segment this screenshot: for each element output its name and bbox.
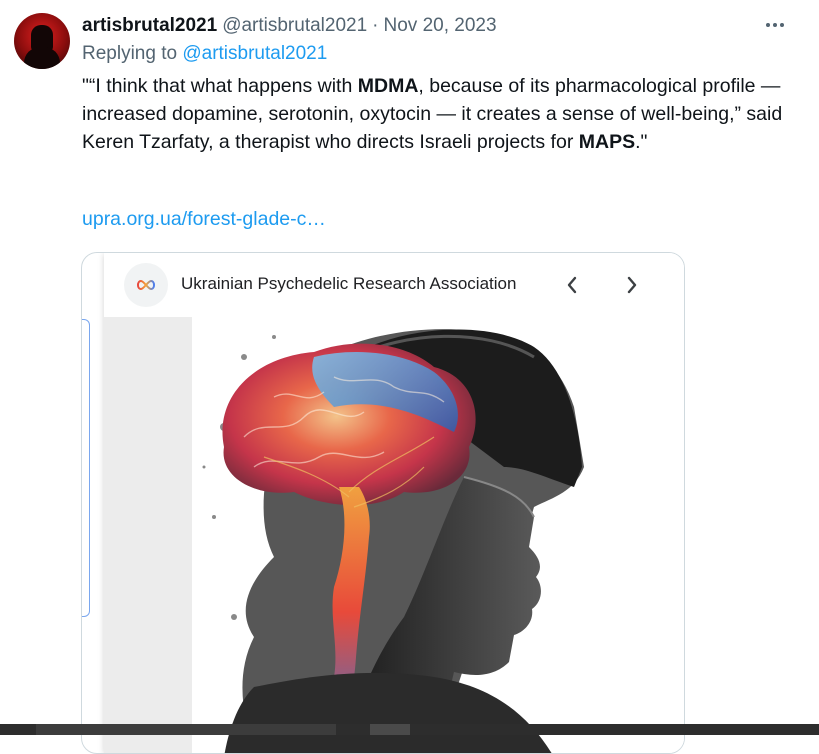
soldier-brain-illustration [202, 329, 584, 753]
chevron-right-icon[interactable] [620, 271, 644, 299]
more-options-icon[interactable] [760, 14, 790, 36]
reply-prefix: Replying to [82, 43, 178, 64]
tweet-text-part3: ." [635, 131, 648, 153]
infinity-logo-icon [124, 263, 168, 307]
tweet-text: "“I think that what happens with MDMA, b… [82, 72, 802, 156]
tweet-header: artisbrutal2021 @artisbrutal2021 · Nov 2… [82, 13, 497, 39]
taskbar-item[interactable] [370, 724, 410, 735]
author-handle[interactable]: @artisbrutal2021 [222, 15, 367, 37]
header-separator: · [372, 15, 379, 36]
card-image[interactable] [104, 317, 684, 753]
author-name[interactable]: artisbrutal2021 [82, 15, 217, 37]
reply-handle-link[interactable]: @artisbrutal2021 [182, 43, 327, 64]
avatar-figure-body [24, 47, 60, 69]
reply-context: Replying to @artisbrutal2021 [82, 43, 327, 65]
link-preview-card[interactable]: Ukrainian Psychedelic Research Associati… [81, 252, 685, 754]
author-avatar[interactable] [14, 13, 70, 69]
card-carousel[interactable]: Ukrainian Psychedelic Research Associati… [104, 253, 684, 753]
tweet-date[interactable]: Nov 20, 2023 [384, 15, 497, 37]
tweet-text-maps: MAPS [578, 131, 636, 153]
card-site-name[interactable]: Ukrainian Psychedelic Research Associati… [181, 274, 516, 294]
tweet-link[interactable]: upra.org.ua/forest-glade-c… [82, 208, 326, 231]
card-left-edge [82, 319, 90, 617]
taskbar-item[interactable] [36, 724, 336, 735]
tweet-text-mdma: MDMA [357, 75, 419, 97]
chevron-left-icon[interactable] [560, 271, 584, 299]
tweet-text-part1: "“I think that what happens with [82, 75, 358, 97]
card-site-bar: Ukrainian Psychedelic Research Associati… [104, 253, 684, 317]
taskbar [0, 724, 819, 735]
